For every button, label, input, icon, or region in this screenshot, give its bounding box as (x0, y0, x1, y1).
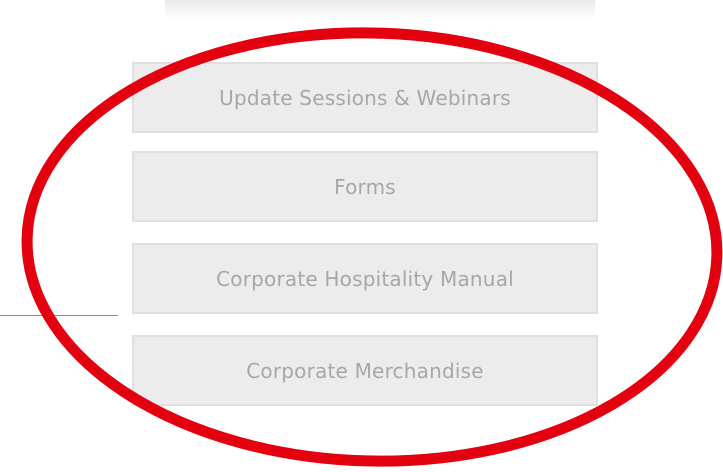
horizontal-divider (0, 315, 118, 316)
corporate-hospitality-manual-label: Corporate Hospitality Manual (216, 266, 514, 291)
update-sessions-webinars-label: Update Sessions & Webinars (219, 85, 511, 110)
update-sessions-webinars-button[interactable]: Update Sessions & Webinars (132, 62, 598, 133)
corporate-merchandise-label: Corporate Merchandise (246, 358, 484, 383)
top-edge-shadow (165, 0, 595, 20)
corporate-hospitality-manual-button[interactable]: Corporate Hospitality Manual (132, 243, 598, 314)
forms-label: Forms (334, 174, 396, 199)
forms-button[interactable]: Forms (132, 151, 598, 222)
screenshot-stage: Update Sessions & Webinars Forms Corpora… (0, 0, 723, 472)
corporate-merchandise-button[interactable]: Corporate Merchandise (132, 335, 598, 406)
